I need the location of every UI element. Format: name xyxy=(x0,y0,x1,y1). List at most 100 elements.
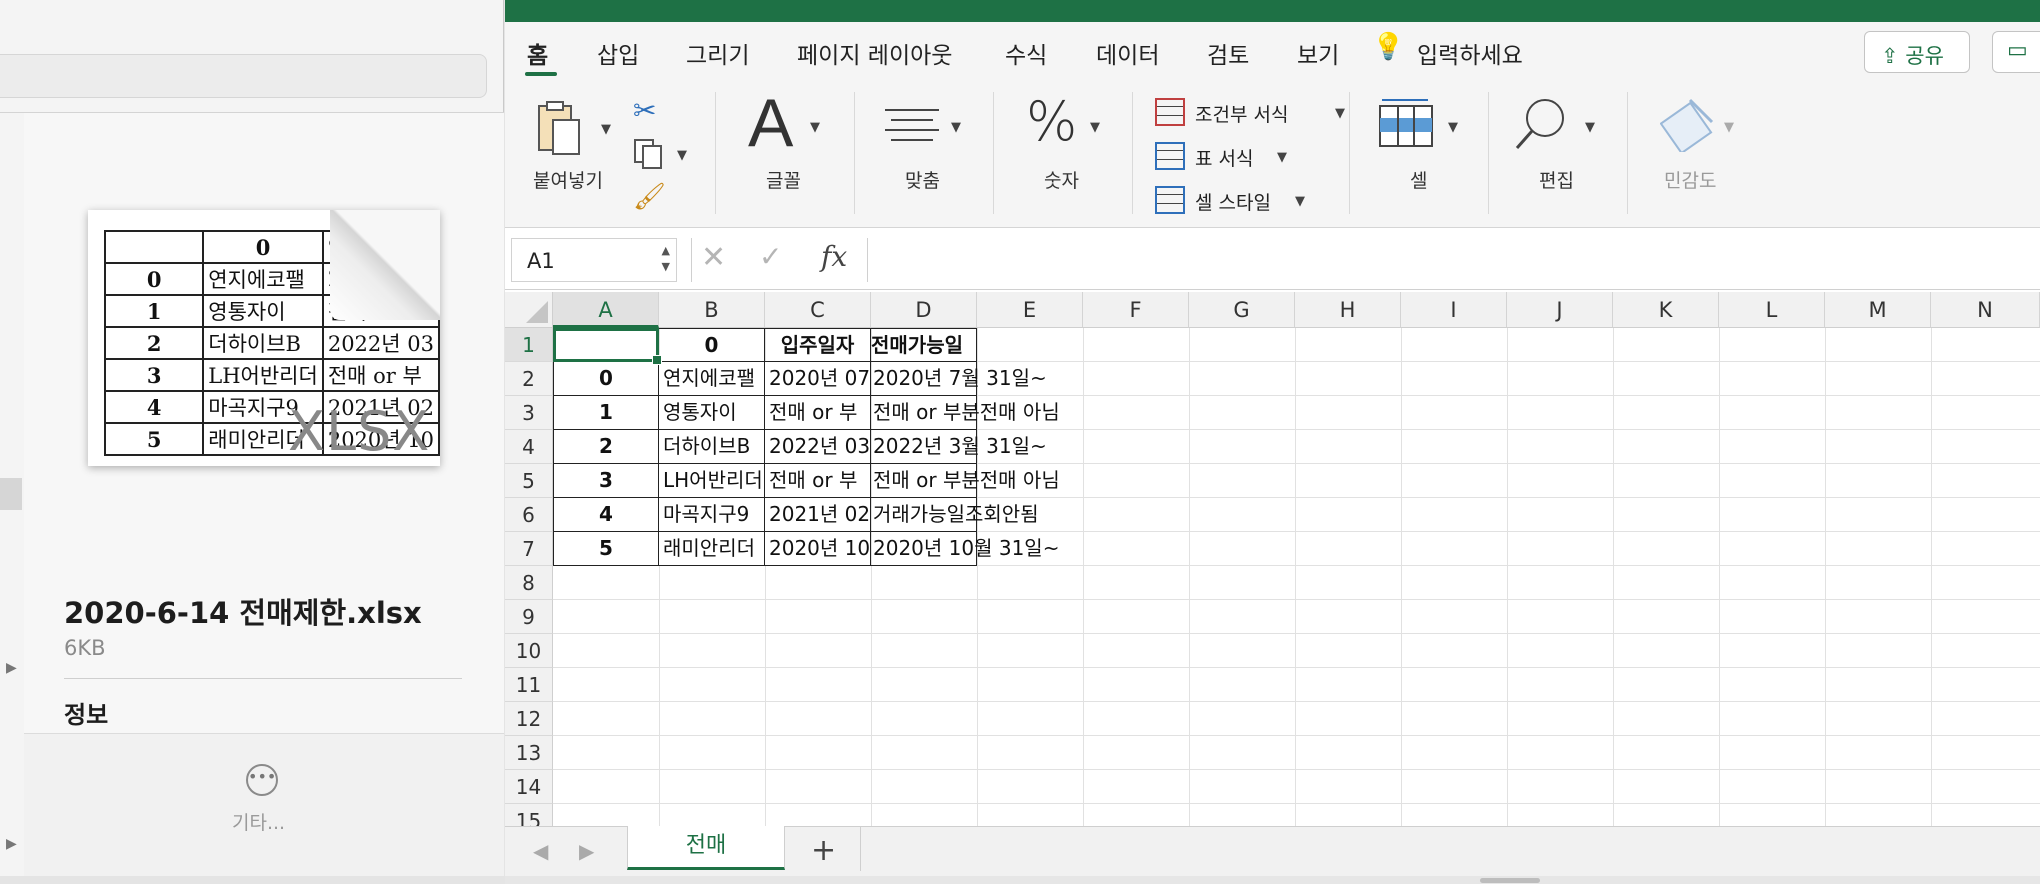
chevron-right-icon[interactable]: ▶ xyxy=(579,839,594,863)
format-as-table-button[interactable]: 표 서식 ▼ xyxy=(1155,142,1355,172)
name-box[interactable]: A1 ▲ ▼ xyxy=(511,238,677,282)
cell-B2[interactable]: 연지에코팰 xyxy=(659,362,765,396)
select-all-corner[interactable] xyxy=(505,292,553,328)
confirm-icon[interactable]: ✓ xyxy=(759,240,782,273)
cell-B3[interactable]: 영통자이 xyxy=(659,396,765,430)
row-header[interactable]: 1 xyxy=(505,328,553,362)
format-painter-icon[interactable]: 🖌 xyxy=(633,182,666,212)
font-button[interactable]: 글꼴 xyxy=(766,166,801,193)
column-header[interactable]: D xyxy=(871,292,977,328)
chevron-down-icon[interactable]: ▼ xyxy=(1585,120,1595,135)
cell-B7[interactable]: 래미안리더 xyxy=(659,532,765,566)
cell-C2[interactable]: 2020년 07 xyxy=(765,362,871,396)
cell-B5[interactable]: LH어반리더 xyxy=(659,464,765,498)
row-header[interactable]: 8 xyxy=(505,566,553,600)
row-header[interactable]: 4 xyxy=(505,430,553,464)
scrollbar-thumb[interactable] xyxy=(1480,878,1540,883)
cut-icon[interactable]: ✂ xyxy=(633,94,656,127)
percent-icon[interactable]: % xyxy=(1026,90,1077,153)
cell-C4[interactable]: 2022년 03 xyxy=(765,430,871,464)
column-header[interactable]: K xyxy=(1613,292,1719,328)
lightbulb-icon[interactable]: 💡 xyxy=(1372,32,1404,62)
column-header[interactable]: J xyxy=(1507,292,1613,328)
tab-draw[interactable]: 그리기 xyxy=(686,36,749,70)
comments-button[interactable]: ▭ xyxy=(1992,31,2040,73)
chevron-left-icon[interactable]: ◀ xyxy=(533,839,548,863)
conditional-format-button[interactable]: 조건부 서식 ▼ xyxy=(1155,98,1355,128)
cell-D6[interactable]: 거래가능일조회안됨 xyxy=(871,498,1039,532)
cell-A7[interactable]: 5 xyxy=(553,532,659,566)
cell-B4[interactable]: 더하이브B xyxy=(659,430,765,464)
column-header[interactable]: E xyxy=(977,292,1083,328)
font-icon[interactable]: A xyxy=(748,84,793,162)
tab-data[interactable]: 데이터 xyxy=(1096,36,1159,70)
disclosure-triangle-icon[interactable]: ▶ xyxy=(6,836,17,852)
file-thumbnail[interactable]: 0 입 0 연지에코팰 20 1 영통자이 전매 or 2 더하이브B 2022… xyxy=(88,210,440,466)
tab-view[interactable]: 보기 xyxy=(1297,36,1339,70)
more-icon[interactable]: ••• xyxy=(246,764,278,796)
disclosure-triangle-icon[interactable]: ▶ xyxy=(6,660,17,676)
cells-button[interactable]: 셀 xyxy=(1410,166,1427,193)
align-icon[interactable] xyxy=(883,106,941,146)
row-header[interactable]: 7 xyxy=(505,532,553,566)
row-header[interactable]: 2 xyxy=(505,362,553,396)
tab-insert[interactable]: 삽입 xyxy=(597,36,639,70)
row-header[interactable]: 11 xyxy=(505,668,553,702)
copy-icon[interactable] xyxy=(633,138,663,170)
cell-D7[interactable]: 2020년 10월 31일~ xyxy=(871,532,1059,566)
cell-D1[interactable]: 전매가능일 xyxy=(871,328,977,362)
tab-formulas[interactable]: 수식 xyxy=(1005,36,1047,70)
search-icon[interactable] xyxy=(1513,96,1569,152)
cell-C6[interactable]: 2021년 02 xyxy=(765,498,871,532)
cell-A4[interactable]: 2 xyxy=(553,430,659,464)
cell-A3[interactable]: 1 xyxy=(553,396,659,430)
more-label[interactable]: 기타... xyxy=(232,808,285,835)
row-header[interactable]: 9 xyxy=(505,600,553,634)
chevron-down-icon[interactable]: ▼ xyxy=(677,148,687,163)
cell-A6[interactable]: 4 xyxy=(553,498,659,532)
cell-D5[interactable]: 전매 or 부분전매 아님 xyxy=(871,464,1060,498)
cell-C5[interactable]: 전매 or 부 xyxy=(765,464,871,498)
tell-me-search[interactable]: 입력하세요 xyxy=(1417,36,1523,70)
horizontal-scrollbar[interactable] xyxy=(505,876,2040,884)
column-header[interactable]: H xyxy=(1295,292,1401,328)
editing-button[interactable]: 편집 xyxy=(1539,166,1574,193)
column-header[interactable]: L xyxy=(1719,292,1825,328)
column-header[interactable]: B xyxy=(659,292,765,328)
row-header[interactable]: 5 xyxy=(505,464,553,498)
chevron-down-icon[interactable]: ▼ xyxy=(601,122,611,137)
column-header[interactable]: M xyxy=(1825,292,1931,328)
paste-button[interactable]: 붙여넣기 xyxy=(533,166,603,193)
chevron-down-icon[interactable]: ▼ xyxy=(1448,120,1458,135)
sheet-tab[interactable]: 전매 xyxy=(627,826,785,870)
cell-A1[interactable] xyxy=(553,328,659,362)
row-header[interactable]: 15 xyxy=(505,804,553,826)
row-header[interactable]: 6 xyxy=(505,498,553,532)
tab-review[interactable]: 검토 xyxy=(1207,36,1249,70)
formula-input[interactable] xyxy=(877,238,2027,282)
paste-icon[interactable] xyxy=(537,100,581,156)
align-button[interactable]: 맞춤 xyxy=(905,166,940,193)
chevron-down-icon[interactable]: ▼ xyxy=(951,120,961,135)
cell-D4[interactable]: 2022년 3월 31일~ xyxy=(871,430,1047,464)
column-header[interactable]: C xyxy=(765,292,871,328)
column-header[interactable]: N xyxy=(1931,292,2040,328)
insert-function-icon[interactable]: fx xyxy=(821,240,847,273)
share-button[interactable]: ⇪ 공유 xyxy=(1864,31,1970,73)
cells-icon[interactable] xyxy=(1376,98,1436,148)
number-button[interactable]: 숫자 xyxy=(1044,166,1079,193)
column-header[interactable]: F xyxy=(1083,292,1189,328)
row-header[interactable]: 12 xyxy=(505,702,553,736)
chevron-down-icon[interactable]: ▼ xyxy=(1090,120,1100,135)
column-header[interactable]: G xyxy=(1189,292,1295,328)
tab-home[interactable]: 홈 xyxy=(527,36,548,70)
stepper-icon[interactable]: ▲ ▼ xyxy=(662,243,670,275)
cell-B1[interactable]: 0 xyxy=(659,328,765,362)
cell-D2[interactable]: 2020년 7월 31일~ xyxy=(871,362,1047,396)
column-header[interactable]: I xyxy=(1401,292,1507,328)
cell-C3[interactable]: 전매 or 부 xyxy=(765,396,871,430)
chevron-down-icon[interactable]: ▼ xyxy=(810,120,820,135)
row-header[interactable]: 14 xyxy=(505,770,553,804)
cancel-icon[interactable]: ✕ xyxy=(701,240,726,275)
row-header[interactable]: 3 xyxy=(505,396,553,430)
